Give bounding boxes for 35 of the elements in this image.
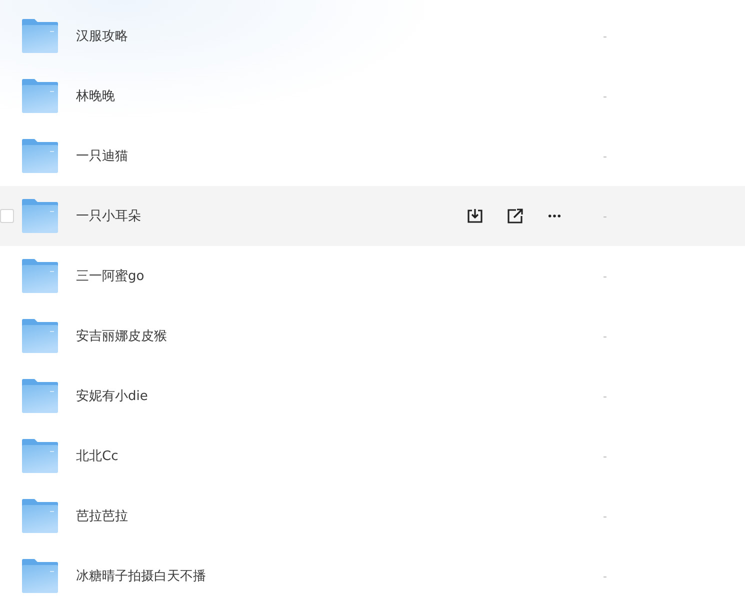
file-size: - [603, 450, 607, 462]
file-size: - [603, 90, 607, 102]
folder-icon [22, 499, 58, 533]
folder-row[interactable]: 一只小耳朵 - [0, 186, 745, 246]
share-icon[interactable] [507, 208, 523, 224]
file-size: - [603, 210, 607, 222]
file-size: - [603, 30, 607, 42]
folder-icon [22, 559, 58, 593]
file-size: - [603, 390, 607, 402]
folder-icon [22, 319, 58, 353]
folder-name[interactable]: 一只迪猫 [76, 147, 128, 165]
folder-name[interactable]: 安吉丽娜皮皮猴 [76, 327, 167, 345]
folder-name[interactable]: 林晚晚 [76, 87, 115, 105]
folder-name[interactable]: 芭拉芭拉 [76, 507, 128, 525]
download-icon[interactable] [467, 208, 483, 224]
file-size: - [603, 330, 607, 342]
file-size: - [603, 510, 607, 522]
folder-icon [22, 379, 58, 413]
folder-name[interactable]: 冰糖晴子拍摄白天不播 [76, 567, 206, 585]
folder-icon [22, 439, 58, 473]
folder-name[interactable]: 汉服攻略 [76, 27, 128, 45]
folder-name[interactable]: 一只小耳朵 [76, 207, 141, 225]
folder-icon [22, 79, 58, 113]
folder-icon [22, 19, 58, 53]
folder-icon [22, 199, 58, 233]
file-size: - [603, 150, 607, 162]
more-icon[interactable] [548, 214, 561, 218]
folder-icon [22, 139, 58, 173]
file-size: - [603, 570, 607, 582]
folder-name[interactable]: 安妮有小die [76, 387, 148, 405]
folder-name[interactable]: 北北Cc [76, 447, 118, 465]
file-size: - [603, 270, 607, 282]
checkbox[interactable] [0, 209, 14, 223]
folder-name[interactable]: 三一阿蜜go [76, 267, 144, 285]
folder-icon [22, 259, 58, 293]
